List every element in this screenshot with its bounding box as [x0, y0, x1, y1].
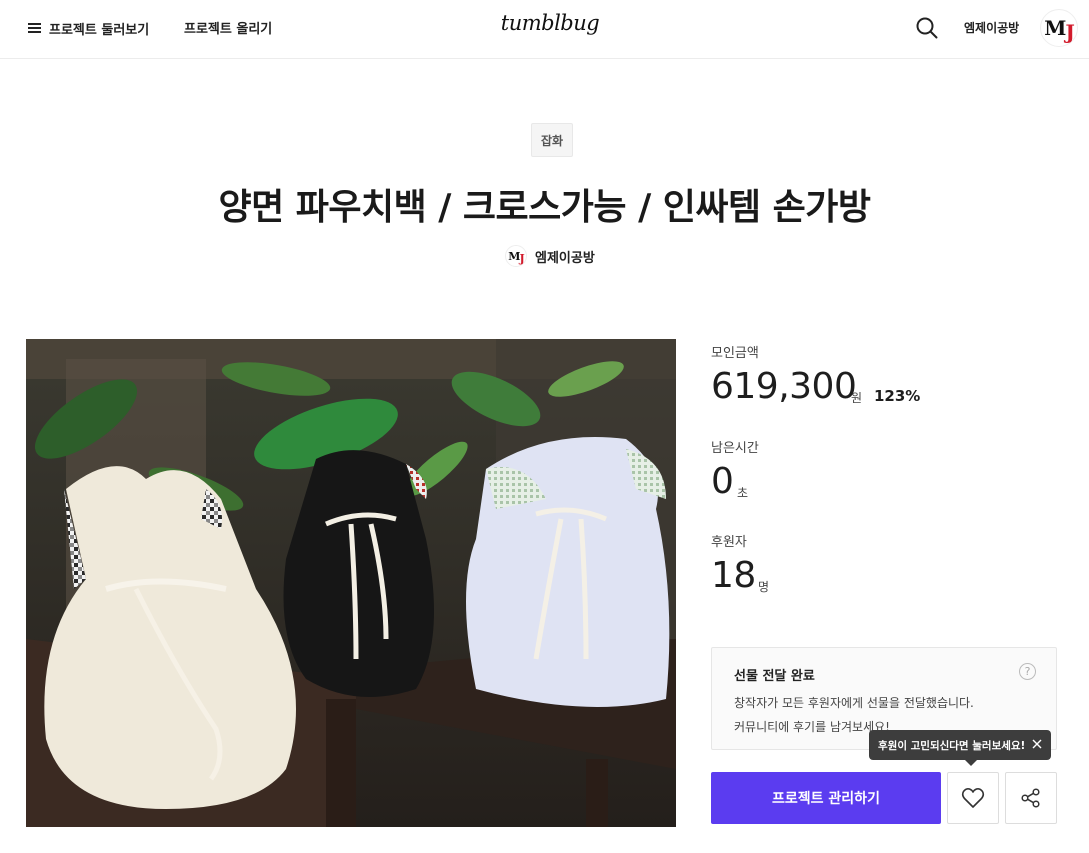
search-icon[interactable]	[915, 16, 939, 40]
creator-link[interactable]: MJ 엠제이공방	[505, 245, 595, 267]
avatar-letter-j: J	[1065, 20, 1075, 44]
tumblbug-logo[interactable]: tumblbug	[490, 11, 610, 35]
heart-icon	[961, 787, 985, 808]
manage-project-button[interactable]: 프로젝트 관리하기	[711, 772, 941, 824]
funded-amount-value: 619,300	[711, 366, 857, 407]
backers-value: 18	[711, 555, 756, 596]
like-button[interactable]	[947, 772, 999, 824]
like-hint-tooltip: 후원이 고민되신다면 눌러보세요!	[869, 730, 1051, 766]
funded-amount-unit: 원	[851, 391, 863, 405]
creator-avatar-j: J	[519, 251, 524, 265]
creator-avatar: MJ	[505, 245, 527, 267]
question-icon[interactable]: ?	[1019, 663, 1036, 680]
project-title: 양면 파우치백 / 크로스가능 / 인싸템 손가방	[218, 187, 871, 228]
top-header: 프로젝트 둘러보기 프로젝트 올리기 tumblbug 엠제이공방 MJ	[0, 0, 1089, 59]
category-badge[interactable]: 잡화	[531, 123, 573, 157]
tooltip-text: 후원이 고민되신다면 눌러보세요!	[878, 739, 1026, 752]
upload-project-link[interactable]: 프로젝트 올리기	[184, 18, 272, 37]
backers-label: 후원자	[711, 535, 747, 550]
hamburger-icon	[28, 23, 41, 33]
user-avatar[interactable]: MJ	[1040, 9, 1078, 47]
explore-projects-menu[interactable]: 프로젝트 둘러보기	[28, 18, 149, 38]
share-button[interactable]	[1005, 772, 1057, 824]
time-left-value: 0	[711, 461, 734, 502]
explore-projects-label: 프로젝트 둘러보기	[49, 22, 150, 38]
time-left-label: 남은시간	[711, 441, 759, 456]
creator-avatar-m: M	[508, 249, 520, 263]
share-icon	[1021, 788, 1040, 808]
funded-percent: 123%	[874, 387, 921, 405]
pouch-bags-photo	[26, 339, 676, 827]
creator-name: 엠제이공방	[535, 250, 595, 266]
notice-title: 선물 전달 완료	[734, 669, 815, 684]
time-left-unit: 초	[737, 486, 749, 500]
close-icon[interactable]	[1030, 737, 1044, 751]
backers-unit: 명	[758, 580, 770, 594]
avatar-letter-m: M	[1044, 16, 1066, 40]
user-name[interactable]: 엠제이공방	[964, 19, 1019, 36]
project-main-image[interactable]	[26, 339, 676, 827]
notice-text-line1: 창작자가 모든 후원자에게 선물을 전달했습니다.	[734, 696, 974, 710]
funded-amount-label: 모인금액	[711, 346, 759, 361]
notice-text-line2: 커뮤니티에 후기를 남겨보세요!	[734, 720, 890, 734]
